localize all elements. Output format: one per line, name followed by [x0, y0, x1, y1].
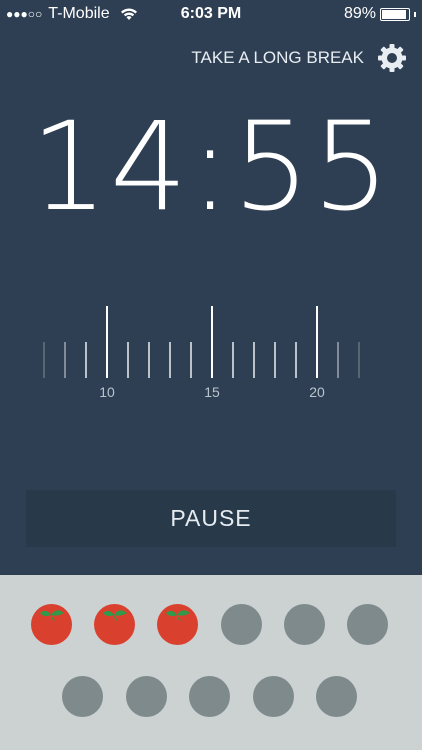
pomodoro-slot	[316, 676, 357, 717]
header: TAKE A LONG BREAK	[191, 42, 408, 74]
pause-button[interactable]: PAUSE	[26, 490, 396, 547]
battery-percent: 89%	[343, 5, 376, 22]
pomodoro-slot	[221, 604, 262, 645]
gear-icon[interactable]	[376, 42, 408, 74]
countdown-timer: 14:55	[30, 96, 392, 238]
pomodoro-slot	[126, 676, 167, 717]
tomato-icon	[31, 604, 72, 645]
ruler-label: 10	[99, 384, 115, 400]
pomodoro-tray	[0, 575, 422, 750]
pomodoro-slot	[347, 604, 388, 645]
pomodoro-slot	[284, 604, 325, 645]
pomodoro-slot	[189, 676, 230, 717]
ruler-label: 20	[309, 384, 325, 400]
ruler-label: 15	[204, 384, 220, 400]
pomodoro-slot	[62, 676, 103, 717]
long-break-link[interactable]: TAKE A LONG BREAK	[191, 48, 364, 68]
time-ruler[interactable]: 10 15 20	[36, 300, 386, 410]
status-bar: ●●●○○ T-Mobile 6:03 PM 89%	[0, 0, 422, 30]
tomato-icon	[157, 604, 198, 645]
pomodoro-slot	[253, 676, 294, 717]
tomato-icon	[94, 604, 135, 645]
battery-icon	[380, 7, 410, 21]
